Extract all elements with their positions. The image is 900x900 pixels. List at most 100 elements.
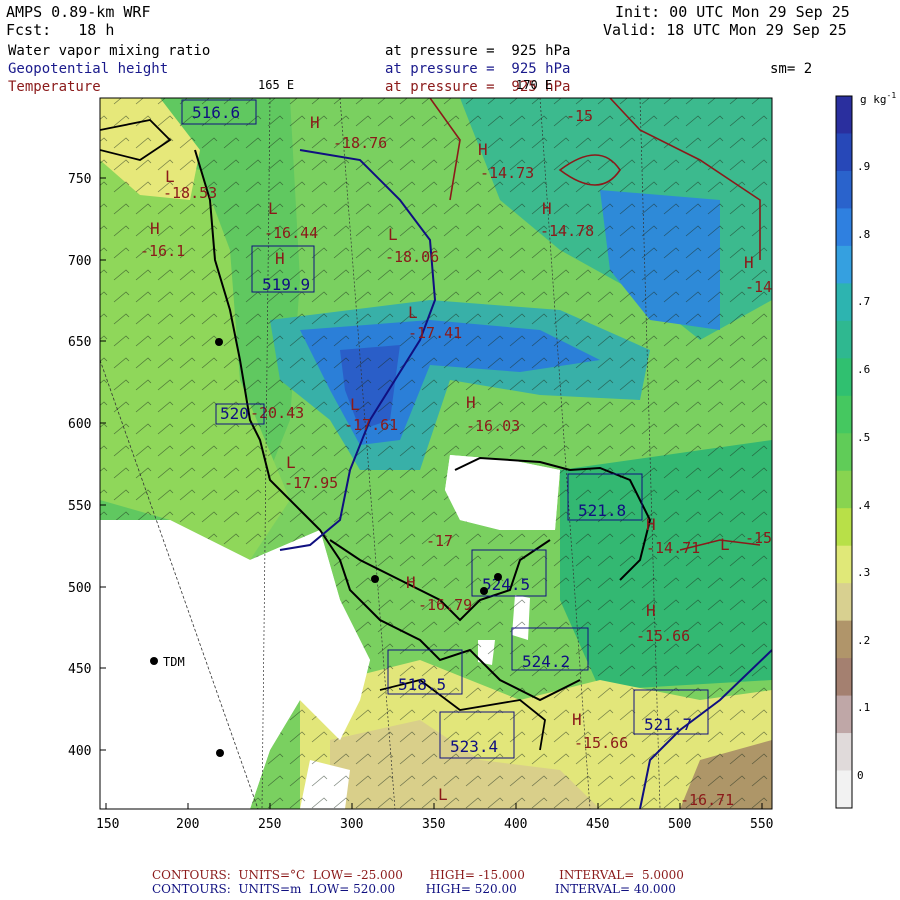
colorbar-label: .8 bbox=[857, 228, 870, 241]
footer-high: HIGH= 520.00 bbox=[425, 882, 517, 896]
temp-label: -15 bbox=[745, 529, 772, 547]
height-label: 516.6 bbox=[192, 103, 240, 122]
temp-label: -17.61 bbox=[344, 416, 398, 434]
y-tick-label: 750 bbox=[68, 172, 91, 187]
footer-low: LOW= -25.000 bbox=[312, 868, 403, 882]
temp-label: -17.95 bbox=[284, 474, 338, 492]
colorbar-swatch bbox=[836, 770, 852, 809]
x-tick-label: 500 bbox=[668, 817, 691, 832]
temp-label: -15.66 bbox=[636, 627, 690, 645]
height-label: 518.5 bbox=[398, 675, 446, 694]
temp-label: -14 bbox=[745, 278, 772, 296]
colorbar-swatch bbox=[836, 545, 852, 584]
x-tick-label: 200 bbox=[176, 817, 199, 832]
temp-label: -14.71 bbox=[646, 539, 700, 557]
map-figure: 750 700 650 600 550 500 450 400 150 200 … bbox=[68, 78, 897, 832]
colorbar-label: .6 bbox=[857, 363, 870, 376]
temp-label: -16.03 bbox=[466, 417, 520, 435]
temp-label: -16.79 bbox=[418, 596, 472, 614]
footer-contours: CONTOURS: bbox=[152, 868, 231, 882]
meridian-label-165: 165 E bbox=[258, 78, 294, 92]
low-marker: L bbox=[286, 453, 296, 472]
height-label: 520 bbox=[220, 404, 249, 423]
colorbar-swatch bbox=[836, 395, 852, 434]
footer-contours: CONTOURS: bbox=[152, 882, 231, 896]
colorbar-swatch bbox=[836, 320, 852, 359]
colorbar-unit-exp: -1 bbox=[887, 91, 897, 100]
meridian-label-170: 170 E bbox=[516, 78, 552, 92]
high-marker: H bbox=[744, 253, 754, 272]
low-marker: L bbox=[388, 225, 398, 244]
colorbar bbox=[835, 95, 853, 809]
x-tick-label: 400 bbox=[504, 817, 527, 832]
y-tick-label: 500 bbox=[68, 581, 91, 596]
low-marker: L bbox=[268, 199, 278, 218]
colorbar-label: .3 bbox=[857, 566, 870, 579]
low-marker: L bbox=[720, 535, 730, 554]
temp-label: -16.71 bbox=[680, 791, 734, 809]
high-marker: H bbox=[646, 515, 656, 534]
height-label: 524.5 bbox=[482, 575, 530, 594]
footer-high: HIGH= -15.000 bbox=[429, 868, 525, 882]
colorbar-swatch bbox=[836, 620, 852, 659]
height-label: 519.9 bbox=[262, 275, 310, 294]
height-label: 521.8 bbox=[578, 501, 626, 520]
colorbar-swatch bbox=[836, 170, 852, 209]
footer-line-temp: CONTOURS: UNITS=°C LOW= -25.000 HIGH= -1… bbox=[152, 868, 684, 882]
colorbar-label: .7 bbox=[857, 295, 870, 308]
height-label: 524.2 bbox=[522, 652, 570, 671]
colorbar-label: .2 bbox=[857, 634, 870, 647]
x-tick-label: 150 bbox=[96, 817, 119, 832]
station-dot bbox=[480, 587, 488, 595]
footer-units: UNITS=m bbox=[238, 882, 302, 896]
colorbar-swatch bbox=[836, 583, 852, 622]
y-tick-label: 700 bbox=[68, 254, 91, 269]
colorbar-swatch bbox=[836, 358, 852, 397]
temp-label: -17 bbox=[426, 532, 453, 550]
x-tick-label: 550 bbox=[750, 817, 773, 832]
height-label: 521.7 bbox=[644, 715, 692, 734]
high-marker: H bbox=[646, 601, 656, 620]
high-marker: H bbox=[542, 199, 552, 218]
low-marker: L bbox=[408, 303, 418, 322]
colorbar-label: .1 bbox=[857, 701, 870, 714]
station-dot-tdm bbox=[150, 657, 158, 665]
y-tick-label: 550 bbox=[68, 499, 91, 514]
station-dot bbox=[494, 573, 502, 581]
x-tick-label: 350 bbox=[422, 817, 445, 832]
y-tick-label: 450 bbox=[68, 662, 91, 677]
colorbar-swatch bbox=[836, 96, 852, 134]
colorbar-label: .4 bbox=[857, 499, 871, 512]
high-marker: H bbox=[466, 393, 476, 412]
colorbar-label: .5 bbox=[857, 431, 870, 444]
colorbar-swatch bbox=[836, 133, 852, 172]
station-label-tdm: TDM bbox=[163, 655, 185, 669]
footer-line-height: CONTOURS: UNITS=m LOW= 520.00 HIGH= 520.… bbox=[152, 882, 676, 896]
colorbar-swatch bbox=[836, 658, 852, 697]
temp-label: -16.44 bbox=[264, 224, 318, 242]
low-marker: L bbox=[165, 167, 175, 186]
x-tick-label: 250 bbox=[258, 817, 281, 832]
station-dot bbox=[215, 338, 223, 346]
temp-label: -14.73 bbox=[480, 164, 534, 182]
temp-label: -17.41 bbox=[408, 324, 462, 342]
colorbar-swatch bbox=[836, 695, 852, 734]
high-marker: H bbox=[406, 573, 416, 592]
y-tick-label: 400 bbox=[68, 744, 91, 759]
colorbar-labels: .9 .8 .7 .6 .5 .4 .3 .2 .1 0 bbox=[857, 160, 871, 782]
temp-label: -15 bbox=[566, 107, 593, 125]
high-marker: H bbox=[275, 249, 285, 268]
temp-label: -16.1 bbox=[140, 242, 185, 260]
low-marker: L bbox=[438, 785, 448, 804]
high-marker: H bbox=[572, 710, 582, 729]
footer-interval: INTERVAL= 5.0000 bbox=[559, 868, 684, 882]
map-field bbox=[100, 98, 772, 809]
colorbar-label: .9 bbox=[857, 160, 870, 173]
colorbar-label: 0 bbox=[857, 769, 864, 782]
station-dot bbox=[371, 575, 379, 583]
temp-label: -18.76 bbox=[333, 134, 387, 152]
colorbar-unit-base: g kg bbox=[860, 93, 887, 106]
footer-interval: INTERVAL= 40.000 bbox=[554, 882, 676, 896]
colorbar-swatch bbox=[836, 208, 852, 247]
colorbar-swatch bbox=[836, 283, 852, 322]
